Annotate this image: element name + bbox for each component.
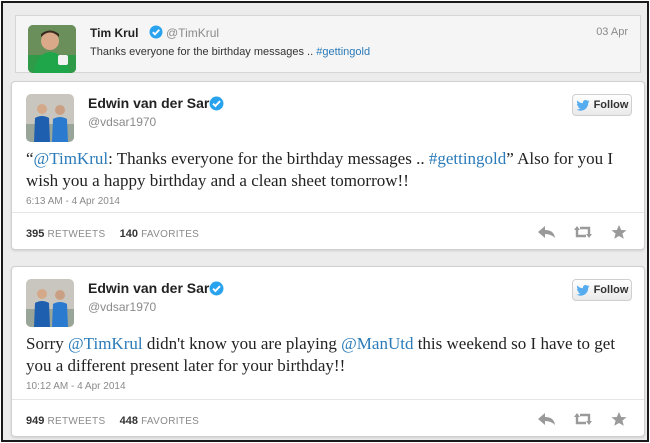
retweet-count[interactable]: 395 [26, 228, 44, 240]
divider [12, 399, 644, 400]
tweet-text: Sorry @TimKrul didn't know you are playi… [26, 333, 631, 377]
tweet-actions [536, 224, 630, 240]
tweet-date[interactable]: 03 Apr [596, 26, 628, 38]
divider [12, 212, 644, 213]
quoted-context-tweet[interactable]: Tim Krul @TimKrul 03 Apr Thanks everyone… [15, 15, 641, 73]
follow-button[interactable]: Follow [572, 279, 632, 301]
favorite-label[interactable]: FAVORITES [141, 416, 199, 427]
follow-label: Follow [593, 99, 629, 111]
author-handle[interactable]: @vdsar1970 [88, 115, 156, 129]
hashtag-link[interactable]: #gettingold [429, 149, 506, 168]
author-name[interactable]: Edwin van der Sar [88, 280, 209, 296]
tweet-card: Edwin van der Sar @vdsar1970 Follow Sorr… [11, 266, 645, 437]
screenshot-frame: Tim Krul @TimKrul 03 Apr Thanks everyone… [1, 1, 649, 442]
retweet-icon[interactable] [572, 224, 594, 240]
tweet-text-segment: : Thanks everyone for the birthday messa… [108, 149, 429, 168]
tweet-actions [536, 411, 630, 427]
tweet-stats: 395 RETWEETS 140 FAVORITES [26, 228, 199, 240]
hashtag-link[interactable]: #gettingold [316, 46, 370, 58]
avatar[interactable] [28, 25, 76, 73]
mention-link[interactable]: @TimKrul [34, 149, 109, 168]
star-icon[interactable] [608, 224, 630, 240]
tweet-timestamp[interactable]: 6:13 AM - 4 Apr 2014 [26, 196, 120, 207]
tweet-stats: 949 RETWEETS 448 FAVORITES [26, 415, 199, 427]
author-handle[interactable]: @TimKrul [166, 26, 219, 40]
retweet-icon[interactable] [572, 411, 594, 427]
verified-badge-icon [209, 96, 224, 116]
author-name[interactable]: Tim Krul [90, 26, 138, 40]
avatar[interactable] [26, 279, 74, 327]
star-icon[interactable] [608, 411, 630, 427]
author-name[interactable]: Edwin van der Sar [88, 95, 209, 111]
tweet-timestamp[interactable]: 10:12 AM - 4 Apr 2014 [26, 381, 126, 392]
favorite-count[interactable]: 140 [120, 228, 138, 240]
follow-button[interactable]: Follow [572, 94, 632, 116]
reply-icon[interactable] [536, 411, 558, 427]
tweet-text-body: Thanks everyone for the birthday message… [90, 46, 317, 58]
mention-link[interactable]: @TimKrul [68, 334, 143, 353]
follow-label: Follow [593, 284, 629, 296]
mention-link[interactable]: @ManUtd [341, 334, 413, 353]
retweet-count[interactable]: 949 [26, 415, 44, 427]
tweet-text-segment: didn't know you are playing [142, 334, 342, 353]
tweet-text-segment: Sorry [26, 334, 69, 353]
twitter-bird-icon [575, 99, 590, 111]
avatar[interactable] [26, 94, 74, 142]
tweet-text: Thanks everyone for the birthday message… [90, 46, 370, 58]
verified-badge-icon [149, 25, 163, 44]
tweet-card: Edwin van der Sar @vdsar1970 Follow “@Ti… [11, 81, 645, 250]
favorite-label[interactable]: FAVORITES [141, 229, 199, 240]
open-quote: “ [26, 149, 34, 168]
reply-icon[interactable] [536, 224, 558, 240]
tweet-text: “@TimKrul: Thanks everyone for the birth… [26, 148, 631, 192]
verified-badge-icon [209, 281, 224, 301]
author-handle[interactable]: @vdsar1970 [88, 300, 156, 314]
retweet-label[interactable]: RETWEETS [47, 416, 105, 427]
retweet-label[interactable]: RETWEETS [47, 229, 105, 240]
favorite-count[interactable]: 448 [120, 415, 138, 427]
twitter-bird-icon [575, 284, 590, 296]
